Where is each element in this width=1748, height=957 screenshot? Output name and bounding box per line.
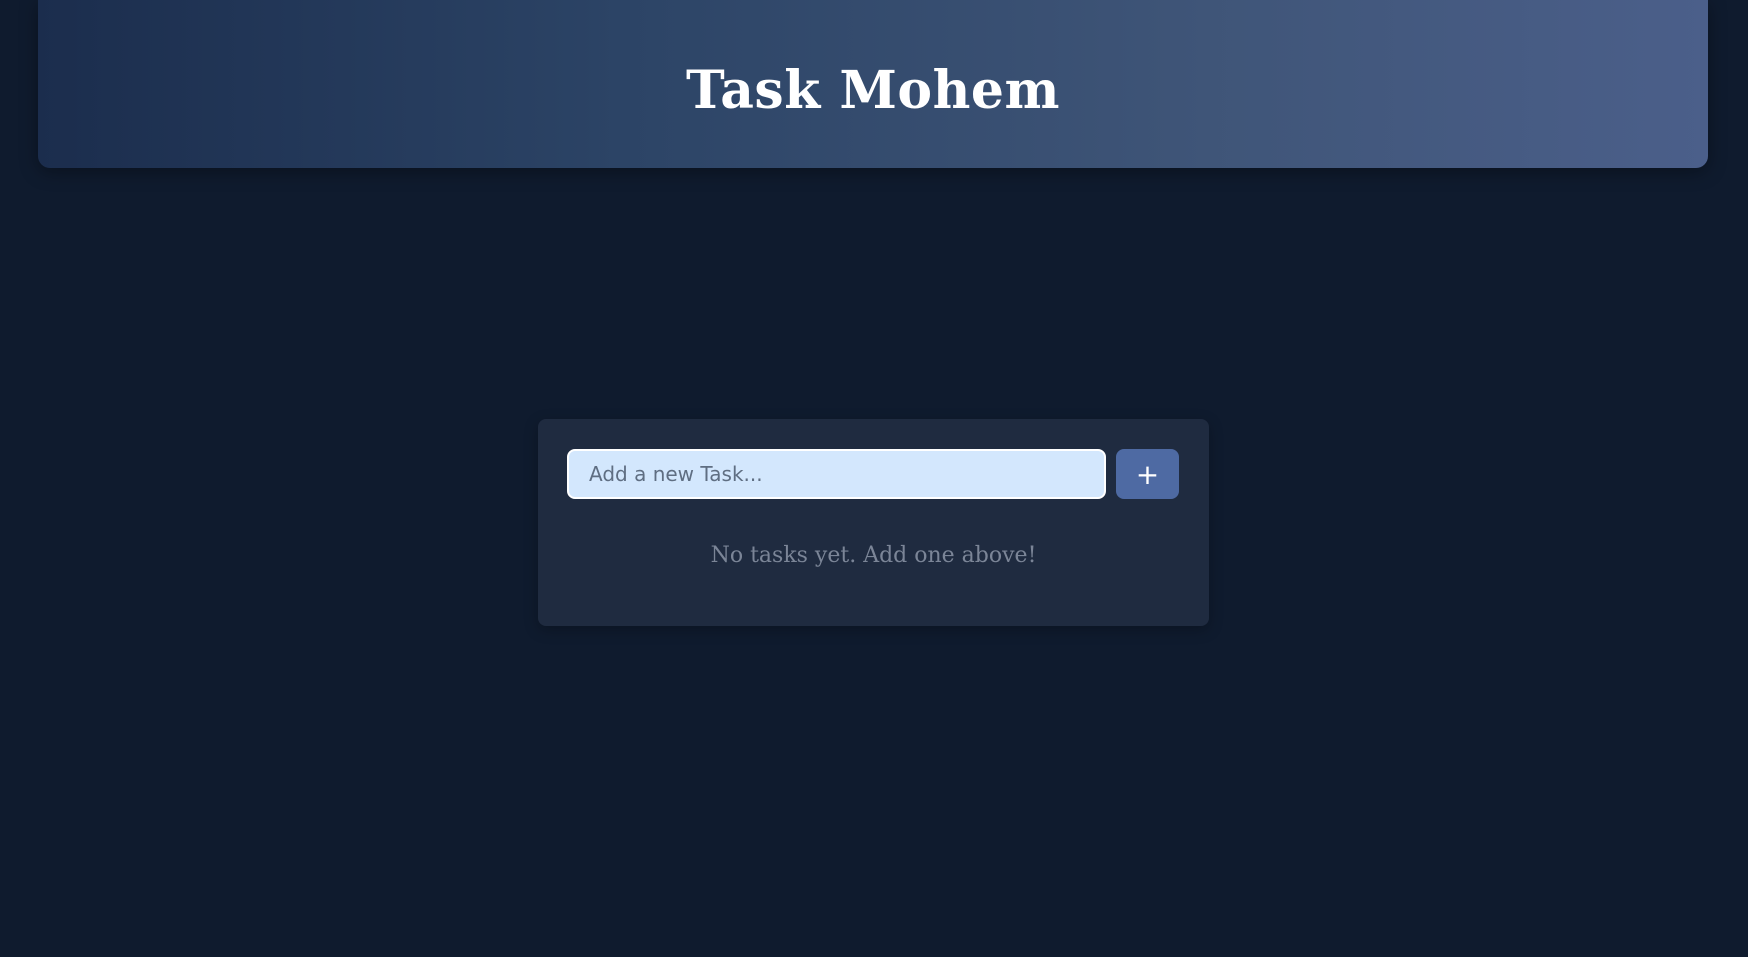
app-header: Task Mohem <box>38 0 1708 168</box>
task-input-row: + <box>567 449 1181 499</box>
app-page: Task Mohem + No tasks yet. Add one above… <box>0 0 1748 957</box>
empty-state-message: No tasks yet. Add one above! <box>710 543 1037 568</box>
add-task-button[interactable]: + <box>1116 449 1179 499</box>
task-card: + No tasks yet. Add one above! <box>538 419 1209 626</box>
page-title: Task Mohem <box>686 59 1060 121</box>
task-input[interactable] <box>567 449 1106 499</box>
